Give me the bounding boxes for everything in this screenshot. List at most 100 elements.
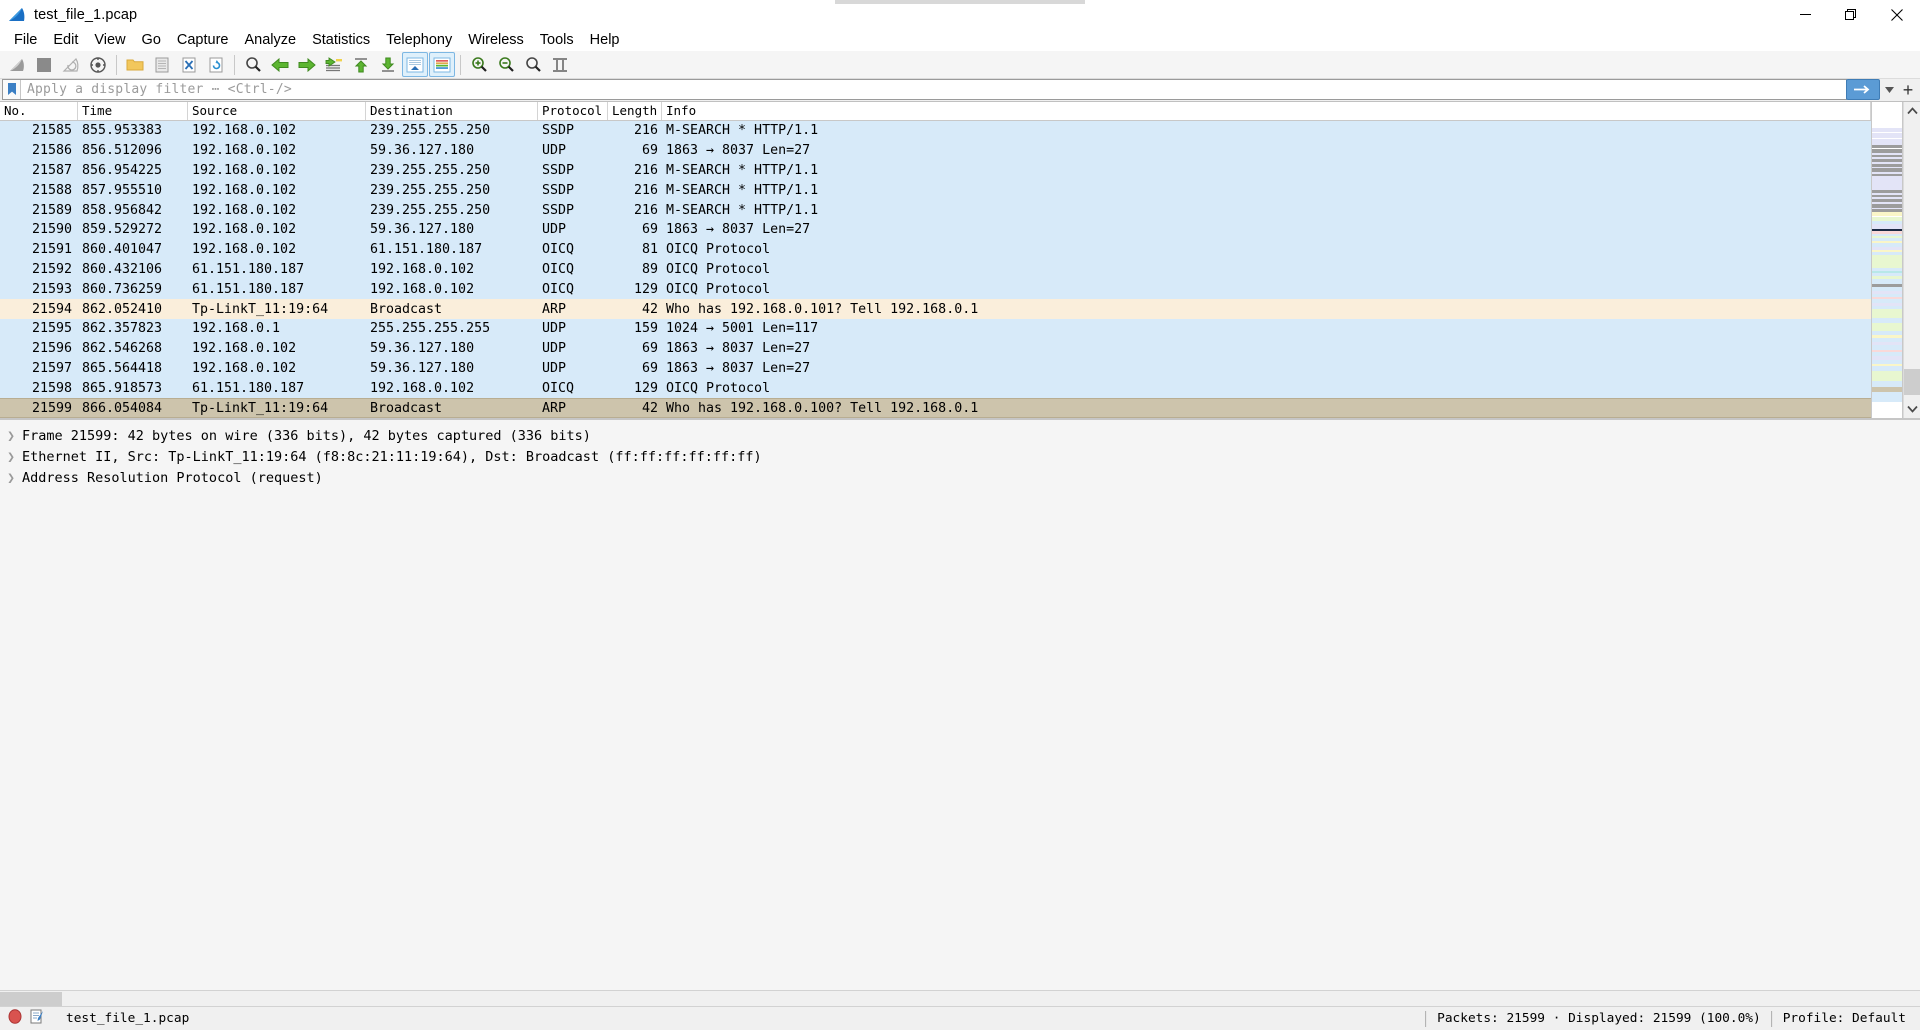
menu-file[interactable]: File [6,29,45,51]
menu-analyze[interactable]: Analyze [236,29,304,51]
h-scrollbar-thumb[interactable] [0,992,62,1006]
expert-info-red-icon[interactable] [8,1009,22,1028]
menu-tools[interactable]: Tools [532,29,582,51]
column-header-destination[interactable]: Destination [366,102,538,120]
packet-list-row[interactable]: 21599866.054084Tp-LinkT_11:19:64Broadcas… [0,398,1871,418]
packet-cell-destination: 255.255.255.255 [366,321,538,336]
auto-scroll-icon[interactable] [402,52,428,77]
title-bar: test_file_1.pcap [0,0,1920,29]
packet-list-row[interactable]: 21596862.546268192.168.0.10259.36.127.18… [0,339,1871,359]
column-header-length[interactable]: Length [608,102,662,120]
detail-row-arp[interactable]: ❯ Address Resolution Protocol (request) [0,468,1920,489]
packet-cell-no: 21598 [0,381,78,396]
zoom-out-icon[interactable] [493,52,519,77]
maximize-button[interactable] [1828,0,1874,29]
packet-details-pane[interactable]: ❯ Frame 21599: 42 bytes on wire (336 bit… [0,418,1920,990]
reload-file-icon[interactable] [203,52,229,77]
detail-row-ethernet[interactable]: ❯ Ethernet II, Src: Tp-LinkT_11:19:64 (f… [0,447,1920,468]
packet-list-row[interactable]: 21589858.956842192.168.0.102239.255.255.… [0,200,1871,220]
packet-list-row[interactable]: 21593860.73625961.151.180.187192.168.0.1… [0,279,1871,299]
packet-cell-length: 69 [608,222,662,237]
packet-list-row[interactable]: 21592860.43210661.151.180.187192.168.0.1… [0,260,1871,280]
bookmark-icon[interactable] [3,80,21,99]
column-header-source[interactable]: Source [188,102,366,120]
restart-capture-icon[interactable] [58,52,84,77]
packet-cell-length: 81 [608,242,662,257]
menu-help[interactable]: Help [582,29,628,51]
packet-cell-source: 61.151.180.187 [188,381,366,396]
resize-columns-icon[interactable] [547,52,573,77]
go-forward-icon[interactable] [294,52,320,77]
details-horizontal-scrollbar[interactable] [0,990,1920,1006]
packet-cell-source: 192.168.0.102 [188,361,366,376]
capture-options-icon[interactable] [85,52,111,77]
column-header-protocol[interactable]: Protocol [538,102,608,120]
menu-view[interactable]: View [86,29,133,51]
scrollbar-thumb[interactable] [1904,369,1920,395]
packet-list-row[interactable]: 21597865.564418192.168.0.10259.36.127.18… [0,359,1871,379]
packet-list-scrollbar[interactable] [1903,102,1920,418]
packet-list-row[interactable]: 21595862.357823192.168.0.1255.255.255.25… [0,319,1871,339]
minimize-button[interactable] [1782,0,1828,29]
status-bar: test_file_1.pcap Packets: 21599 · Displa… [0,1006,1920,1030]
stop-capture-icon[interactable] [31,52,57,77]
column-header-no[interactable]: No. [0,102,78,120]
zoom-in-icon[interactable] [466,52,492,77]
go-back-icon[interactable] [267,52,293,77]
menu-go[interactable]: Go [134,29,169,51]
packet-cell-info: 1863 → 8037 Len=27 [662,341,1871,356]
open-file-icon[interactable] [122,52,148,77]
status-bar-packets-label: Packets: 21599 · Displayed: 21599 (100.0… [1437,1011,1761,1026]
packet-cell-length: 216 [608,123,662,138]
find-packet-icon[interactable] [240,52,266,77]
packet-list-row[interactable]: 21585855.953383192.168.0.102239.255.255.… [0,121,1871,141]
save-file-icon[interactable] [149,52,175,77]
go-to-first-packet-icon[interactable] [348,52,374,77]
chevron-down-icon[interactable] [1880,79,1898,100]
packet-list-minimap[interactable] [1871,102,1903,418]
packet-list-row[interactable]: 21590859.529272192.168.0.10259.36.127.18… [0,220,1871,240]
apply-filter-button[interactable] [1846,79,1880,100]
close-file-icon[interactable] [176,52,202,77]
go-to-packet-icon[interactable] [321,52,347,77]
chevron-right-icon[interactable]: ❯ [0,429,22,444]
menu-capture[interactable]: Capture [169,29,237,51]
packet-cell-info: OICQ Protocol [662,282,1871,297]
packet-list-row[interactable]: 21598865.91857361.151.180.187192.168.0.1… [0,378,1871,398]
go-to-last-packet-icon[interactable] [375,52,401,77]
menu-wireless[interactable]: Wireless [460,29,532,51]
packet-list-row[interactable]: 21594862.052410Tp-LinkT_11:19:64Broadcas… [0,299,1871,319]
menu-statistics[interactable]: Statistics [304,29,378,51]
scroll-up-arrow-icon[interactable] [1904,102,1920,119]
plus-icon[interactable]: + [1898,79,1918,100]
packet-cell-source: 192.168.0.102 [188,163,366,178]
menu-edit[interactable]: Edit [45,29,86,51]
zoom-reset-icon[interactable] [520,52,546,77]
column-header-time[interactable]: Time [78,102,188,120]
packet-list-row[interactable]: 21586856.512096192.168.0.10259.36.127.18… [0,141,1871,161]
packet-list-row[interactable]: 21591860.401047192.168.0.10261.151.180.1… [0,240,1871,260]
chevron-right-icon[interactable]: ❯ [0,450,22,465]
packet-cell-protocol: SSDP [538,123,608,138]
detail-row-frame[interactable]: ❯ Frame 21599: 42 bytes on wire (336 bit… [0,426,1920,447]
colorize-packets-icon[interactable] [429,52,455,77]
scrollbar-track[interactable] [1904,119,1920,401]
packet-cell-no: 21599 [0,401,78,416]
menu-bar: File Edit View Go Capture Analyze Statis… [0,29,1920,51]
display-filter-input[interactable]: Apply a display filter ⋯ <Ctrl-/> [2,79,1847,100]
column-header-info[interactable]: Info [662,102,1871,120]
packet-cell-destination: 192.168.0.102 [366,381,538,396]
packet-cell-no: 21585 [0,123,78,138]
packet-cell-destination: 192.168.0.102 [366,282,538,297]
packet-cell-destination: Broadcast [366,401,538,416]
packet-list-row[interactable]: 21588857.955510192.168.0.102239.255.255.… [0,180,1871,200]
capture-comment-icon[interactable] [30,1009,44,1028]
scroll-down-arrow-icon[interactable] [1904,401,1920,418]
menu-telephony[interactable]: Telephony [378,29,460,51]
close-button[interactable] [1874,0,1920,29]
window-drag-handle[interactable] [835,0,1085,4]
packet-list-row[interactable]: 21587856.954225192.168.0.102239.255.255.… [0,161,1871,181]
chevron-right-icon[interactable]: ❯ [0,471,22,486]
start-capture-icon[interactable] [4,52,30,77]
packet-cell-no: 21591 [0,242,78,257]
